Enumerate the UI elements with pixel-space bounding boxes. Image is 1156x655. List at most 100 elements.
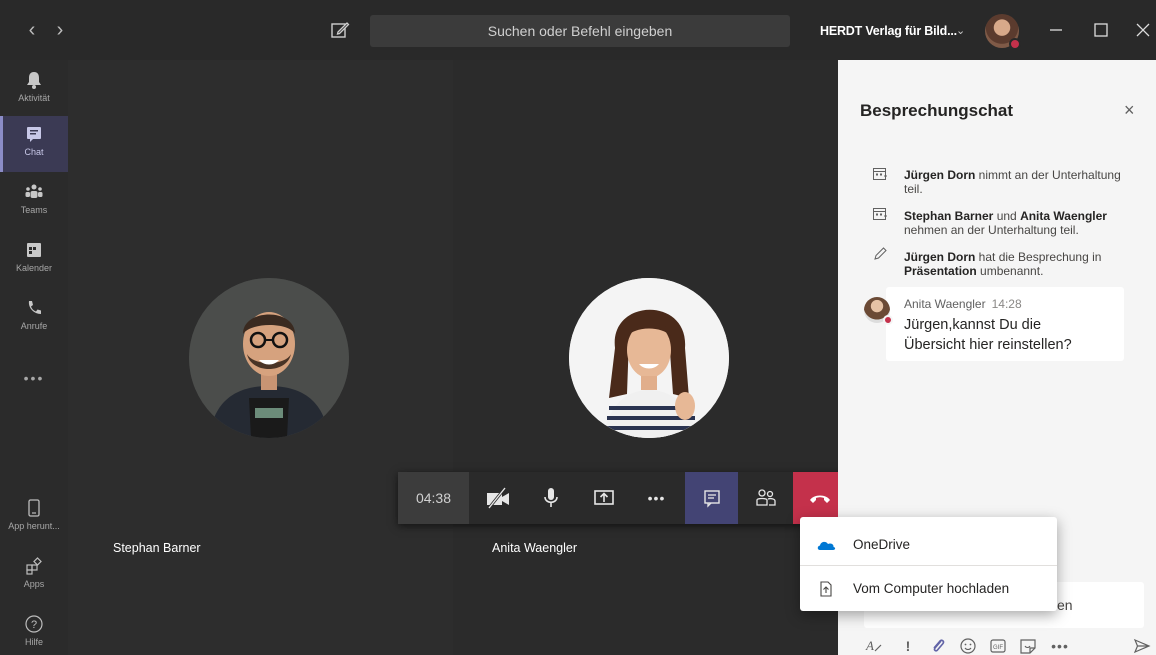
- svg-text:A: A: [865, 638, 874, 653]
- rail-item-activity[interactable]: Aktivität: [0, 62, 68, 118]
- person-image: [569, 278, 729, 438]
- presence-busy-icon: [1009, 38, 1021, 50]
- menu-item-label: OneDrive: [853, 537, 911, 552]
- person-image: [189, 278, 349, 438]
- rail-item-calendar[interactable]: Kalender: [0, 232, 68, 288]
- message-text: Jürgen,kannst Du die Übersicht hier rein…: [904, 317, 1072, 353]
- help-icon: ?: [25, 615, 43, 633]
- maximize-icon[interactable]: [1089, 18, 1113, 42]
- rail-label: Apps: [23, 579, 45, 589]
- attach-menu: OneDrive Vom Computer hochladen: [800, 517, 1057, 611]
- system-message: Jürgen Dorn nimmt an der Unterhaltung te…: [904, 168, 1121, 196]
- send-icon: [1133, 638, 1151, 654]
- important-button[interactable]: !: [898, 636, 918, 655]
- svg-text:?: ?: [31, 619, 37, 631]
- participant-name: Anita Waengler: [492, 541, 577, 555]
- participant-photo: [189, 278, 349, 438]
- menu-item-onedrive[interactable]: OneDrive: [800, 523, 1057, 568]
- mic-toggle-button[interactable]: [524, 472, 577, 524]
- device-icon: [28, 499, 40, 517]
- format-icon: A: [865, 638, 882, 653]
- rail-item-teams[interactable]: Teams: [0, 174, 68, 230]
- calendar-icon: [27, 243, 41, 257]
- system-message: Jürgen Dorn hat die Besprechung in Präse…: [904, 250, 1102, 278]
- meeting-name: Präsentation: [904, 264, 977, 278]
- menu-item-upload-from-computer[interactable]: Vom Computer hochladen: [800, 567, 1057, 612]
- more-icon: •••: [1051, 638, 1069, 654]
- rail-label: Teams: [20, 205, 48, 215]
- divider: [800, 565, 1057, 566]
- close-icon[interactable]: ×: [1124, 100, 1135, 121]
- show-participants-button[interactable]: [739, 472, 792, 524]
- show-chat-button[interactable]: [685, 472, 738, 524]
- gif-button[interactable]: GIF: [988, 636, 1008, 655]
- video-stage: Stephan Barner Anita Waengler: [68, 60, 838, 655]
- attach-button[interactable]: [928, 636, 948, 655]
- rail-item-download-app[interactable]: App herunt...: [0, 490, 68, 546]
- format-button[interactable]: A: [864, 636, 884, 655]
- message-time: 14:28: [991, 297, 1022, 311]
- rail-item-help[interactable]: ? Hilfe: [0, 606, 68, 655]
- chat-message[interactable]: Anita Waengler 14:28 Jürgen,kannst Du die…: [886, 287, 1124, 361]
- camera-toggle-button[interactable]: [471, 472, 524, 524]
- rail-item-calls[interactable]: Anrufe: [0, 290, 68, 346]
- system-message: Stephan Barner und Anita Waengler nehmen…: [904, 209, 1107, 237]
- rail-item-apps[interactable]: Apps: [0, 548, 68, 604]
- teams-icon: [25, 184, 43, 198]
- org-switcher[interactable]: HERDT Verlag für Bild...: [820, 24, 957, 38]
- user-name[interactable]: Anita Waengler: [1020, 209, 1107, 223]
- rail-label: Anrufe: [20, 321, 48, 331]
- user-name[interactable]: Jürgen Dorn: [904, 168, 975, 182]
- app-rail: Aktivität Chat Teams Kalender Anrufe •••…: [0, 60, 68, 655]
- participant-name: Stephan Barner: [113, 541, 201, 555]
- camera-off-icon: [486, 487, 509, 509]
- paperclip-icon: [933, 639, 945, 652]
- rail-label: Chat: [24, 147, 44, 157]
- chat-icon: [703, 490, 720, 508]
- presence-busy-icon: [883, 315, 893, 325]
- user-name[interactable]: Stephan Barner: [904, 209, 993, 223]
- chevron-down-icon[interactable]: ⌄: [956, 24, 965, 37]
- compose-icon[interactable]: [330, 20, 350, 40]
- compose-text: en: [1057, 597, 1073, 613]
- more-icon: •••: [647, 490, 666, 506]
- pencil-icon: [874, 247, 887, 260]
- close-window-icon[interactable]: [1131, 18, 1155, 42]
- call-controls: 04:38 •••: [398, 472, 847, 524]
- more-options-button[interactable]: •••: [1050, 636, 1070, 655]
- upload-icon: [820, 581, 832, 597]
- participants-icon: [755, 489, 776, 506]
- avatar[interactable]: [864, 297, 893, 325]
- minimize-icon[interactable]: [1044, 18, 1068, 42]
- more-apps-icon[interactable]: •••: [0, 370, 68, 386]
- user-name[interactable]: Jürgen Dorn: [904, 250, 975, 264]
- svg-text:GIF: GIF: [993, 645, 1003, 651]
- hangup-icon: [810, 495, 830, 503]
- more-actions-button[interactable]: •••: [630, 472, 683, 524]
- emoji-icon: [960, 638, 976, 654]
- chat-icon: [27, 127, 41, 142]
- title-bar: ‹ › Suchen oder Befehl eingeben HERDT Ve…: [0, 0, 1156, 60]
- onedrive-icon: [817, 541, 836, 550]
- share-screen-icon: [593, 490, 614, 505]
- back-button[interactable]: ‹: [22, 18, 42, 42]
- calendar-join-icon: [873, 168, 887, 180]
- exclamation-icon: !: [905, 638, 911, 654]
- emoji-button[interactable]: [958, 636, 978, 655]
- video-tile: Stephan Barner: [68, 60, 453, 655]
- rail-label: Aktivität: [18, 93, 50, 103]
- search-input[interactable]: Suchen oder Befehl eingeben: [370, 15, 790, 47]
- send-button[interactable]: [1132, 636, 1152, 655]
- sticker-button[interactable]: [1018, 636, 1038, 655]
- mic-icon: [543, 488, 558, 507]
- participant-photo: [569, 278, 729, 438]
- call-timer: 04:38: [398, 472, 469, 524]
- avatar[interactable]: [985, 14, 1021, 50]
- rail-item-chat[interactable]: Chat: [0, 116, 68, 172]
- bell-icon: [27, 72, 41, 89]
- share-screen-button[interactable]: [577, 472, 630, 524]
- rail-label: Kalender: [15, 263, 53, 273]
- forward-button[interactable]: ›: [50, 18, 70, 42]
- sticker-icon: [1020, 639, 1036, 654]
- rail-label: Hilfe: [24, 637, 43, 647]
